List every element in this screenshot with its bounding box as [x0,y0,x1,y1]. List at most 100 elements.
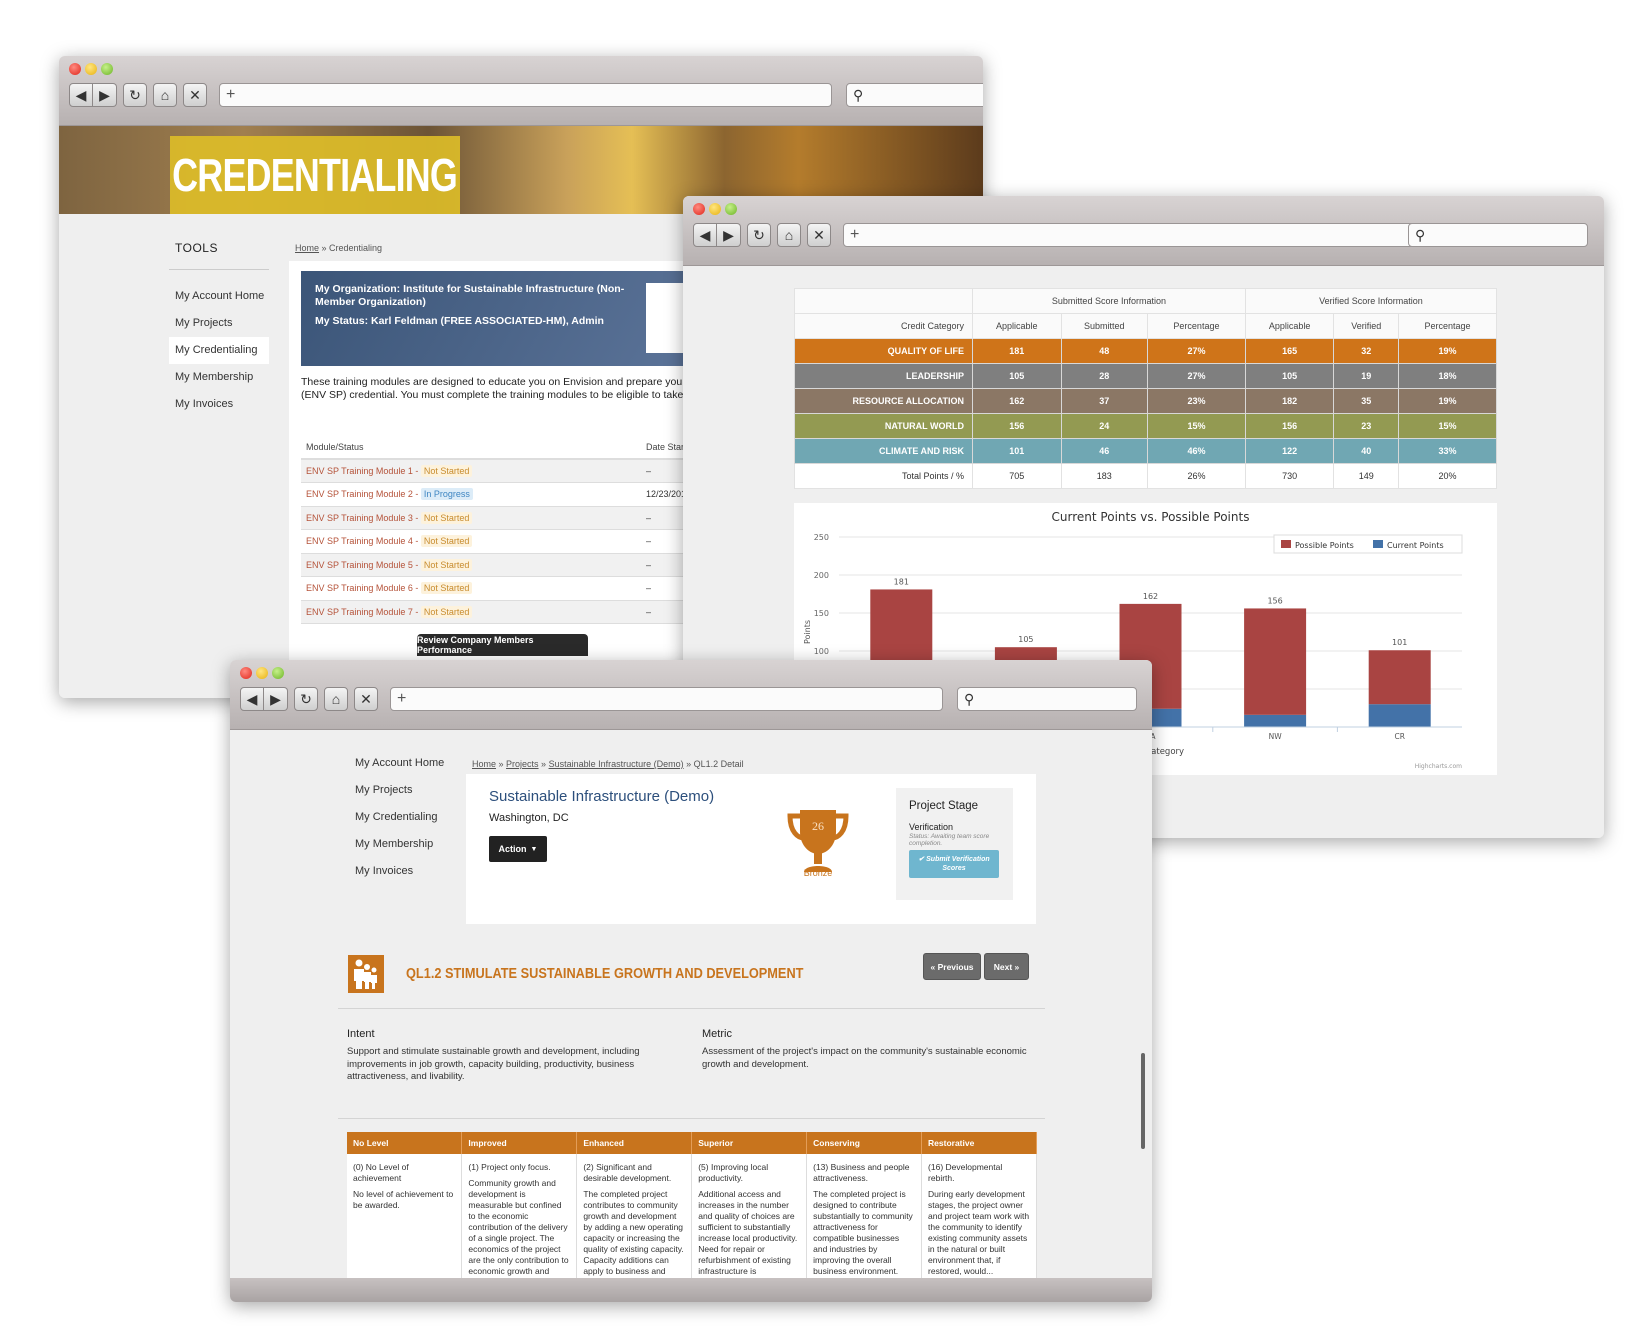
forward-icon[interactable]: ▶ [93,83,117,107]
stop-icon[interactable]: ✕ [807,223,831,247]
score-cell: 181 [972,338,1062,364]
previous-button[interactable]: « Previous [923,953,981,980]
window-controls [69,63,113,75]
review-members-button[interactable]: Review Company Members Performance [417,634,588,656]
search-bar[interactable]: ⚲ [846,83,983,107]
new-tab-icon[interactable]: + [397,690,406,708]
column-header-submitted: Submitted [1060,313,1148,339]
organization-info: My Organization: Institute for Sustainab… [315,283,645,328]
level-header: Conserving [806,1132,923,1154]
submit-verification-button[interactable]: ✔ Submit Verification Scores [909,850,999,878]
minimize-window-button[interactable] [85,63,97,75]
close-window-button[interactable] [693,203,705,215]
back-icon[interactable]: ◀ [693,223,717,247]
search-bar[interactable]: ⚲ [957,687,1137,711]
action-dropdown-button[interactable]: Action ▼ [489,836,547,862]
breadcrumb-home-link[interactable]: Home [472,759,496,769]
hero-title: CREDENTIALING [172,149,459,201]
category-cell: LEADERSHIP [794,363,973,389]
close-window-button[interactable] [240,667,252,679]
home-icon[interactable]: ⌂ [777,223,801,247]
score-cell: 48 [1060,338,1148,364]
breadcrumb-projects-link[interactable]: Projects [506,759,539,769]
stage-name: Verification [909,822,954,832]
home-icon[interactable]: ⌂ [153,83,177,107]
address-bar[interactable]: + [390,687,943,711]
module-link[interactable]: ENV SP Training Module 6 - [306,583,418,593]
breadcrumb-project-link[interactable]: Sustainable Infrastructure (Demo) [549,759,684,769]
module-link[interactable]: ENV SP Training Module 7 - [306,607,418,617]
new-tab-icon[interactable]: + [850,226,859,244]
category-cell: RESOURCE ALLOCATION [794,388,973,414]
total-cell: 730 [1244,463,1335,489]
level-title: (16) Developmental rebirth. [928,1162,1003,1183]
legend-swatch [1281,540,1291,548]
column-header-category: Credit Category [794,313,973,339]
project-location: Washington, DC [489,812,569,824]
module-link[interactable]: ENV SP Training Module 2 - [306,489,418,499]
close-window-button[interactable] [69,63,81,75]
module-link[interactable]: ENV SP Training Module 4 - [306,536,418,546]
bar-current-points [1368,704,1431,727]
sidebar-item-projects[interactable]: My Projects [355,777,475,804]
level-header: No Level [347,1132,463,1154]
project-stage-panel: Project Stage Verification Status: Await… [896,788,1013,900]
vertical-scrollbar[interactable] [1141,1053,1145,1149]
sidebar-item-membership[interactable]: My Membership [169,364,269,391]
column-header-applicable: Applicable [972,313,1062,339]
back-icon[interactable]: ◀ [69,83,93,107]
back-icon[interactable]: ◀ [240,687,264,711]
home-icon[interactable]: ⌂ [324,687,348,711]
community-icon [348,955,384,993]
forward-icon[interactable]: ▶ [264,687,288,711]
sidebar-item-account-home[interactable]: My Account Home [355,750,475,777]
table-row: LEADERSHIP 105 28 27% 105 19 18% [794,363,1497,389]
search-bar[interactable]: ⚲ [1408,223,1588,247]
column-header-percentage: Percentage [1146,313,1246,339]
address-bar[interactable]: + [843,223,1456,247]
level-header: Improved [461,1132,578,1154]
verified-group-header: Verified Score Information [1244,288,1498,314]
sidebar-item-invoices[interactable]: My Invoices [355,858,475,885]
module-link[interactable]: ENV SP Training Module 3 - [306,513,418,523]
window-footer [230,1278,1152,1302]
bar-current-points [1244,714,1307,727]
forward-icon[interactable]: ▶ [717,223,741,247]
breadcrumb-home-link[interactable]: Home [295,243,319,253]
module-link[interactable]: ENV SP Training Module 5 - [306,560,418,570]
sidebar-item-invoices[interactable]: My Invoices [169,391,269,418]
reload-icon[interactable]: ↻ [747,223,771,247]
minimize-window-button[interactable] [256,667,268,679]
data-label: 162 [1143,592,1158,601]
score-cell: 27% [1146,338,1246,364]
module-cell: ENV SP Training Module 4 - Not Started [301,529,641,554]
reload-icon[interactable]: ↻ [294,687,318,711]
legend-label: Current Points [1387,541,1444,550]
score-cell: 122 [1244,438,1335,464]
chart-title: Current Points vs. Possible Points [1052,510,1250,524]
sidebar-item-credentialing[interactable]: My Credentialing [355,804,475,831]
stop-icon[interactable]: ✕ [354,687,378,711]
module-cell: ENV SP Training Module 7 - Not Started [301,600,641,624]
legend-label: Possible Points [1295,541,1354,550]
sidebar-item-account-home[interactable]: My Account Home [169,283,269,310]
address-bar[interactable]: + [219,83,832,107]
sidebar-item-projects[interactable]: My Projects [169,310,269,337]
minimize-window-button[interactable] [709,203,721,215]
sidebar-item-credentialing[interactable]: My Credentialing [169,337,269,364]
score-cell: 33% [1398,438,1497,464]
y-tick-label: 150 [814,609,829,618]
y-tick-label: 250 [814,533,829,542]
module-link[interactable]: ENV SP Training Module 1 - [306,466,418,476]
sidebar-item-membership[interactable]: My Membership [355,831,475,858]
new-tab-icon[interactable]: + [226,86,235,104]
intent-heading: Intent [347,1028,375,1040]
zoom-window-button[interactable] [725,203,737,215]
column-header-percentage-verified: Percentage [1398,313,1497,339]
score-cell: 23% [1146,388,1246,414]
stop-icon[interactable]: ✕ [183,83,207,107]
zoom-window-button[interactable] [272,667,284,679]
next-button[interactable]: Next » [984,953,1029,980]
reload-icon[interactable]: ↻ [123,83,147,107]
zoom-window-button[interactable] [101,63,113,75]
